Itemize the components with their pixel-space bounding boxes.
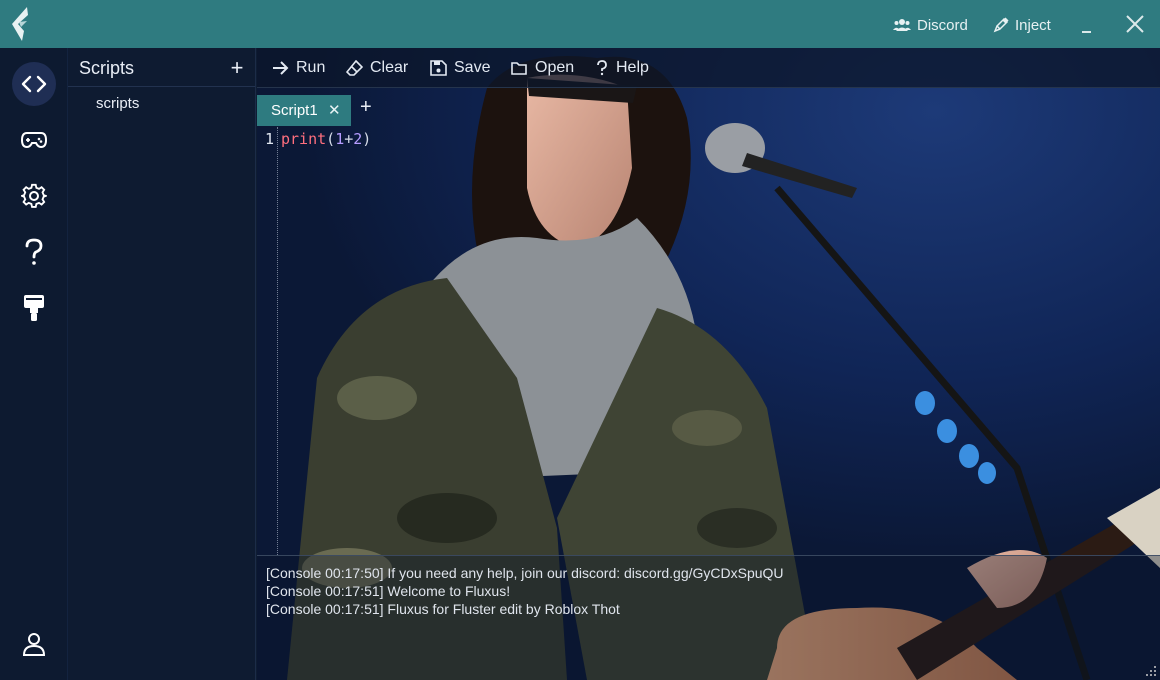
- fluxus-logo-icon: [12, 7, 28, 41]
- rail-item-settings[interactable]: [12, 174, 56, 218]
- clear-label: Clear: [370, 59, 409, 76]
- scripts-panel: Scripts + scripts: [68, 48, 256, 680]
- code-number: 2: [353, 130, 363, 148]
- run-button[interactable]: Run: [272, 58, 325, 78]
- line-number: 1: [265, 130, 275, 148]
- group-icon: [893, 19, 911, 31]
- inject-button[interactable]: Inject: [993, 14, 1051, 36]
- code-keyword: print: [281, 130, 327, 148]
- help-button[interactable]: Help: [595, 58, 649, 78]
- title-bar: Discord Inject: [0, 0, 1160, 48]
- code-operator: +: [344, 130, 354, 148]
- clear-button[interactable]: Clear: [346, 58, 408, 78]
- open-button[interactable]: Open: [511, 58, 574, 78]
- code-paren-close: ): [362, 130, 372, 148]
- add-script-button[interactable]: +: [226, 57, 248, 79]
- minimize-button[interactable]: [1079, 11, 1095, 33]
- console-line: [Console 00:17:51] Welcome to Fluxus!: [266, 583, 511, 599]
- gamepad-icon: [21, 132, 47, 149]
- divider: [68, 86, 255, 87]
- code-icon: [21, 75, 47, 93]
- rail-item-editor[interactable]: [12, 62, 56, 106]
- toolbar: Run Clear Save Open Help: [257, 48, 1160, 88]
- syringe-icon: [993, 17, 1009, 33]
- paint-brush-icon: [24, 295, 44, 321]
- navigation-rail: [0, 48, 68, 680]
- resize-grip-icon[interactable]: [1145, 665, 1157, 677]
- arrow-right-icon: [273, 61, 289, 75]
- user-icon: [23, 633, 45, 656]
- close-tab-icon[interactable]: ✕: [328, 101, 341, 119]
- script-folder-item[interactable]: scripts: [96, 95, 139, 112]
- help-icon: [25, 238, 43, 265]
- tab-script1[interactable]: Script1 ✕: [257, 95, 351, 126]
- code-line[interactable]: print(1+2): [281, 130, 371, 148]
- rail-item-help[interactable]: [12, 230, 56, 274]
- save-icon: [430, 60, 447, 76]
- save-label: Save: [454, 59, 491, 76]
- open-label: Open: [535, 59, 575, 76]
- save-button[interactable]: Save: [430, 58, 490, 78]
- gear-icon: [21, 183, 47, 208]
- rail-item-games[interactable]: [12, 118, 56, 162]
- scripts-panel-title: Scripts: [79, 58, 135, 78]
- run-label: Run: [296, 59, 326, 76]
- question-icon: [597, 60, 607, 76]
- help-label: Help: [616, 59, 649, 76]
- code-editor[interactable]: 1 print(1+2): [257, 127, 1160, 555]
- add-tab-button[interactable]: +: [360, 96, 372, 119]
- discord-button[interactable]: Discord: [893, 14, 968, 36]
- inject-label: Inject: [1015, 16, 1051, 34]
- gutter-divider: [277, 127, 278, 555]
- code-paren-open: (: [326, 130, 336, 148]
- console-output: [Console 00:17:50] If you need any help,…: [257, 555, 1160, 680]
- close-window-button[interactable]: [1124, 13, 1146, 35]
- console-line: [Console 00:17:50] If you need any help,…: [266, 565, 784, 581]
- rail-item-themes[interactable]: [12, 286, 56, 330]
- rail-item-account[interactable]: [12, 622, 56, 666]
- code-number: 1: [335, 130, 345, 148]
- tab-label: Script1: [271, 102, 318, 119]
- editor-area: Run Clear Save Open Help Script1 ✕ + 1 p…: [257, 48, 1160, 680]
- console-line: [Console 00:17:51] Fluxus for Fluster ed…: [266, 601, 620, 617]
- discord-label: Discord: [917, 16, 968, 34]
- folder-open-icon: [511, 62, 527, 75]
- eraser-icon: [346, 60, 363, 76]
